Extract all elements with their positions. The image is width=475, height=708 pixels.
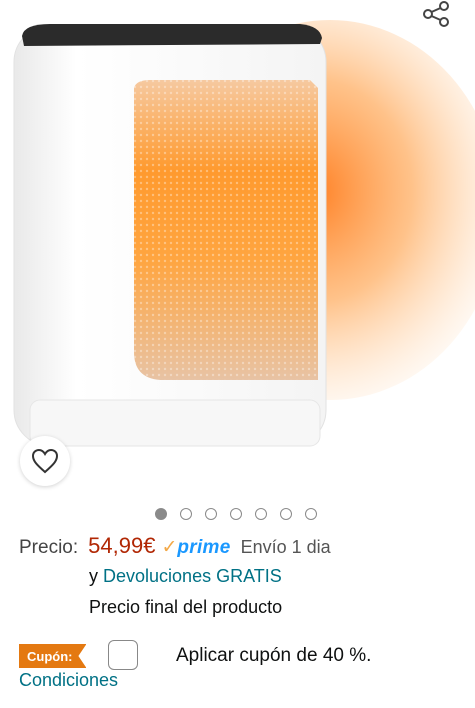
gallery-dot-7[interactable] (305, 508, 317, 520)
returns-row: y Devoluciones GRATIS (89, 566, 282, 587)
wishlist-button[interactable] (20, 436, 70, 486)
coupon-badge: Cupón: (19, 644, 87, 668)
gallery-dot-4[interactable] (230, 508, 242, 520)
gallery-dot-3[interactable] (205, 508, 217, 520)
gallery-dot-1[interactable] (155, 508, 167, 520)
prime-badge: ✓ prime (161, 536, 230, 559)
prime-label: prime (177, 537, 231, 558)
coupon-checkbox[interactable] (108, 640, 138, 670)
price-label: Precio: (19, 537, 79, 558)
delivery-text: Envío 1 dia (240, 537, 331, 557)
free-returns-link[interactable]: Devoluciones GRATIS (103, 566, 282, 586)
price-value: 54,99€ (88, 533, 156, 558)
final-price-note: Precio final del producto (89, 597, 283, 617)
gallery-dot-6[interactable] (280, 508, 292, 520)
gallery-dot-2[interactable] (180, 508, 192, 520)
coupon-text[interactable]: Aplicar cupón de 40 %. (176, 645, 371, 667)
returns-prefix: y (89, 566, 98, 586)
gallery-dot-5[interactable] (255, 508, 267, 520)
image-pagination (155, 508, 317, 520)
price-row: Precio: 54,99€ ✓ prime Envío 1 dia (19, 533, 331, 559)
product-image[interactable] (0, 0, 475, 500)
heart-icon (31, 448, 59, 474)
share-icon[interactable] (418, 0, 452, 30)
conditions-link[interactable]: Condiciones (19, 670, 118, 691)
prime-check-icon: ✓ (161, 537, 178, 558)
heater-illustration (13, 20, 475, 447)
